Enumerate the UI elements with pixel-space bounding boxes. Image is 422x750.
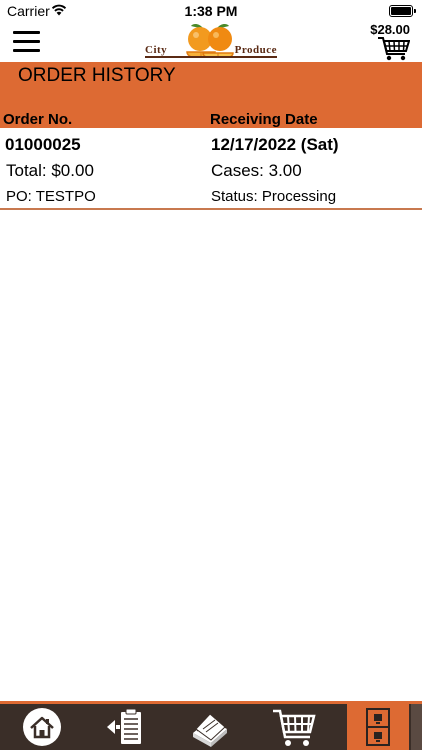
app-header: City Produce $28.00: [0, 22, 422, 62]
cart-icon[interactable]: [378, 37, 410, 61]
order-row[interactable]: 01000025 Total: $0.00 PO: TESTPO 12/17/2…: [0, 128, 422, 210]
tab-cart[interactable]: [252, 704, 336, 750]
order-po: PO: TESTPO: [6, 188, 96, 205]
order-number: 01000025: [5, 135, 81, 154]
home-icon: [23, 708, 61, 746]
order-cases: Cases: 3.00: [211, 161, 302, 180]
logo-underline: [145, 56, 277, 58]
cart-icon: [273, 709, 316, 746]
order-history-header: ORDER HISTORY Order No. Receiving Date: [0, 62, 422, 128]
tab-home[interactable]: [0, 704, 84, 750]
logo-text-city: City: [145, 44, 168, 56]
column-header-receiving-date: Receiving Date: [210, 111, 318, 128]
battery-icon: [389, 5, 416, 17]
bottom-tab-bar: [0, 701, 422, 750]
status-bar: Carrier 1:38 PM: [0, 0, 422, 22]
menu-icon[interactable]: [13, 31, 40, 52]
catalog-book-icon: [193, 713, 227, 747]
logo-text-produce: Produce: [234, 44, 277, 56]
column-header-order-no: Order No.: [3, 111, 73, 128]
order-history-icon: [366, 708, 390, 746]
order-receiving-date: 12/17/2022 (Sat): [211, 135, 339, 154]
order-list-icon: [107, 708, 141, 744]
tab-catalog[interactable]: [168, 704, 252, 750]
page-title: ORDER HISTORY: [18, 65, 176, 86]
status-time: 1:38 PM: [184, 3, 238, 19]
city-produce-logo: City Produce: [145, 22, 277, 60]
order-total: Total: $0.00: [6, 161, 94, 180]
tab-order-list[interactable]: [84, 704, 168, 750]
order-status: Status: Processing: [211, 188, 337, 205]
tab-overflow-edge: [411, 704, 422, 750]
cart-total[interactable]: $28.00: [370, 22, 410, 37]
tab-order-history[interactable]: [347, 704, 409, 750]
